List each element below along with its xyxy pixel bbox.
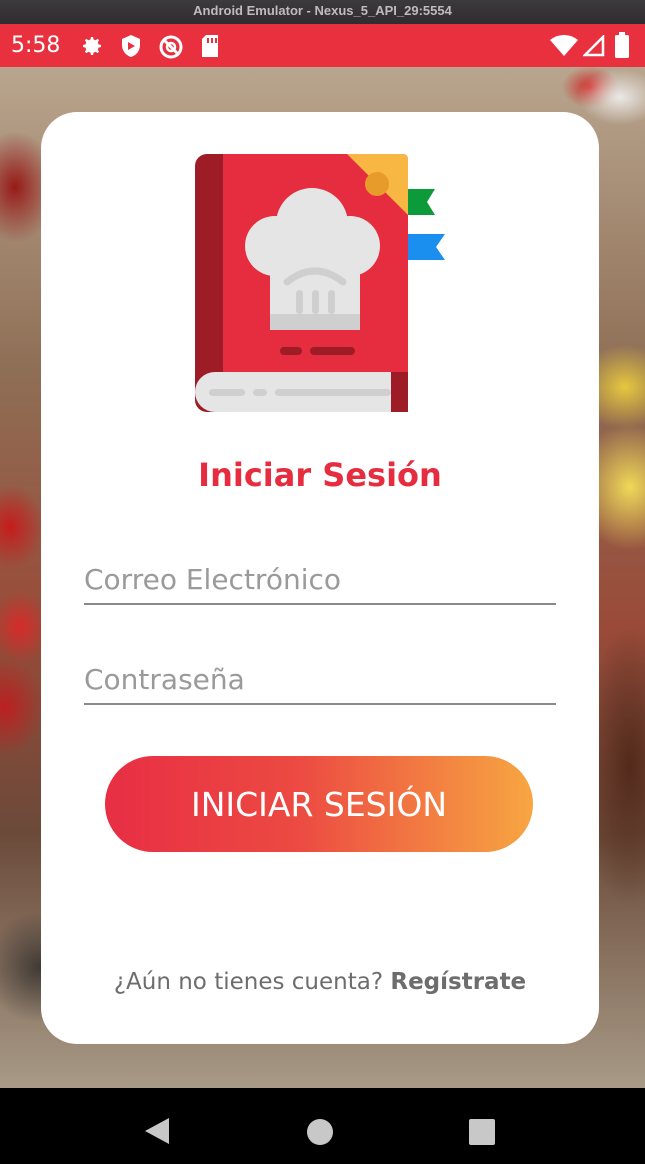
signal-icon	[581, 33, 605, 61]
register-prompt-row: ¿Aún no tienes cuenta? Regístrate	[41, 969, 599, 995]
email-field-container	[84, 555, 556, 605]
register-prompt: ¿Aún no tienes cuenta?	[113, 969, 384, 995]
back-icon[interactable]	[143, 1116, 171, 1150]
battery-icon	[614, 32, 630, 62]
gear-icon	[80, 34, 104, 62]
status-time: 5:58	[11, 33, 61, 58]
login-card: Iniciar Sesión INICIAR SESIÓN ¿Aún no ti…	[41, 112, 599, 1044]
sd-card-icon	[200, 34, 220, 62]
login-heading: Iniciar Sesión	[198, 456, 442, 494]
chef-recipe-book-logo	[195, 154, 447, 412]
register-link[interactable]: Regístrate	[390, 969, 526, 995]
email-input[interactable]	[84, 555, 556, 603]
login-button[interactable]: INICIAR SESIÓN	[105, 756, 533, 852]
home-icon[interactable]	[306, 1118, 334, 1150]
window-title-bar: Android Emulator - Nexus_5_API_29:5554	[0, 0, 645, 24]
no-sync-icon	[158, 34, 184, 64]
recents-icon[interactable]	[468, 1118, 496, 1150]
password-input[interactable]	[84, 655, 556, 703]
emulator-screen: Android Emulator - Nexus_5_API_29:5554 5…	[0, 0, 645, 1164]
password-field-container	[84, 655, 556, 705]
android-nav-bar	[0, 1088, 645, 1164]
status-bar: 5:58	[0, 24, 645, 67]
window-title: Android Emulator - Nexus_5_API_29:5554	[193, 3, 452, 18]
wifi-icon	[550, 35, 578, 61]
shield-icon	[120, 34, 142, 62]
